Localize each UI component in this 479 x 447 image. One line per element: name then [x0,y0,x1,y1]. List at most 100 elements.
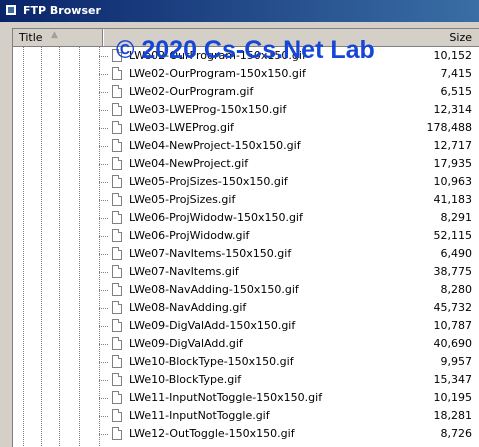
tree-branch-line [99,128,109,129]
sort-ascending-icon: ▲ [51,30,58,40]
file-name: LWe11-InputNotToggle-150x150.gif [129,391,323,404]
file-size: 12,314 [433,103,473,116]
file-size: 7,415 [440,67,473,80]
file-size: 6,490 [440,247,473,260]
tree-branch-line [99,308,109,309]
file-size: 10,787 [433,319,473,332]
column-header-title[interactable]: Title ▲ [13,29,103,46]
tree-branch-line [99,236,109,237]
file-icon [112,373,122,386]
file-icon [112,229,122,242]
file-size: 12,717 [433,139,473,152]
file-row[interactable]: LWe08-NavAdding-150x150.gif 8,280 [13,281,479,299]
app-icon [5,4,17,16]
column-title-label: Title [19,31,43,44]
tree-branch-line [99,398,109,399]
file-size: 38,775 [433,265,473,278]
file-row[interactable]: LWe09-DigValAdd-150x150.gif 10,787 [13,317,479,335]
file-name: LWe09-DigValAdd.gif [129,337,243,350]
file-name: LWe07-NavItems-150x150.gif [129,247,292,260]
file-row[interactable]: LWe06-ProjWidodw-150x150.gif 8,291 [13,209,479,227]
file-size: 18,281 [433,409,473,422]
file-row[interactable]: LWe09-DigValAdd.gif 40,690 [13,335,479,353]
file-name: LWe02-OurProgram-150x150.gif [129,67,306,80]
tree-branch-line [99,56,109,57]
file-row[interactable]: LWe06-ProjWidodw.gif 52,115 [13,227,479,245]
file-name: LWe05-ProjSizes-150x150.gif [129,175,288,188]
column-size-label: Size [449,31,472,44]
file-name: LWe08-NavAdding.gif [129,301,247,314]
file-row[interactable]: LWe12-OutToggle-150x150.gif 8,726 [13,425,479,443]
file-size: 17,935 [433,157,473,170]
file-icon [112,319,122,332]
file-icon [112,193,122,206]
tree-branch-line [99,434,109,435]
file-name: LWe07-NavItems.gif [129,265,239,278]
file-row[interactable]: LWe07-NavItems-150x150.gif 6,490 [13,245,479,263]
file-row[interactable]: LWe04-NewProject-150x150.gif 12,717 [13,137,479,155]
file-name: LWe03-LWEProg-150x150.gif [129,103,287,116]
tree-branch-line [99,218,109,219]
file-row[interactable]: LWe05-ProjSizes.gif 41,183 [13,191,479,209]
tree-branch-line [99,272,109,273]
file-row[interactable]: LWe10-BlockType.gif 15,347 [13,371,479,389]
file-size: 41,183 [433,193,473,206]
tree-branch-line [99,74,109,75]
file-name: LWe04-NewProject-150x150.gif [129,139,301,152]
file-size: 8,280 [440,283,473,296]
file-name: LWe03-LWEProg.gif [129,121,234,134]
file-size: 15,347 [433,373,473,386]
file-icon [112,301,122,314]
tree-branch-line [99,326,109,327]
file-size: 52,115 [433,229,473,242]
file-list-panel: Title ▲ Size LWe02-OurProgram-150x150.gi… [12,28,479,447]
file-row[interactable]: LWe07-NavItems.gif 38,775 [13,263,479,281]
file-icon [112,139,122,152]
window-title: FTP Browser [23,4,101,17]
file-icon [112,211,122,224]
file-name: LWe08-NavAdding-150x150.gif [129,283,299,296]
tree-branch-line [99,362,109,363]
file-name: LWe05-ProjSizes.gif [129,193,236,206]
file-row[interactable]: LWe02-OurProgram-150x150.gif 7,415 [13,65,479,83]
file-name: LWe10-BlockType.gif [129,373,242,386]
watermark: © 2020 Cs-Cs.Net Lab [116,36,375,64]
file-row[interactable]: LWe02-OurProgram.gif 6,515 [13,83,479,101]
file-icon [112,247,122,260]
tree-branch-line [99,182,109,183]
file-size: 9,957 [440,355,473,368]
file-size: 8,726 [440,427,473,440]
file-row[interactable]: LWe08-NavAdding.gif 45,732 [13,299,479,317]
file-icon [112,157,122,170]
tree-branch-line [99,200,109,201]
file-icon [112,355,122,368]
file-size: 45,732 [433,301,473,314]
tree-branch-line [99,110,109,111]
file-icon [112,265,122,278]
tree-branch-line [99,92,109,93]
file-row[interactable]: LWe04-NewProject.gif 17,935 [13,155,479,173]
tree-branch-line [99,416,109,417]
file-size: 10,195 [433,391,473,404]
file-row[interactable]: LWe11-InputNotToggle-150x150.gif 10,195 [13,389,479,407]
tree-branch-line [99,146,109,147]
tree-branch-line [99,380,109,381]
file-row[interactable]: LWe05-ProjSizes-150x150.gif 10,963 [13,173,479,191]
tree-branch-line [99,164,109,165]
file-icon [112,175,122,188]
file-name: LWe02-OurProgram.gif [129,85,254,98]
file-icon [112,391,122,404]
file-icon [112,85,122,98]
tree-branch-line [99,344,109,345]
file-row[interactable]: LWe03-LWEProg.gif 178,488 [13,119,479,137]
file-row[interactable]: LWe10-BlockType-150x150.gif 9,957 [13,353,479,371]
file-size: 6,515 [440,85,473,98]
file-icon [112,427,122,440]
file-name: LWe06-ProjWidodw-150x150.gif [129,211,303,224]
file-icon [112,283,122,296]
file-icon [112,409,122,422]
title-bar[interactable]: FTP Browser [0,0,479,22]
file-row[interactable]: LWe11-InputNotToggle.gif 18,281 [13,407,479,425]
file-row[interactable]: LWe03-LWEProg-150x150.gif 12,314 [13,101,479,119]
tree-branch-line [99,290,109,291]
